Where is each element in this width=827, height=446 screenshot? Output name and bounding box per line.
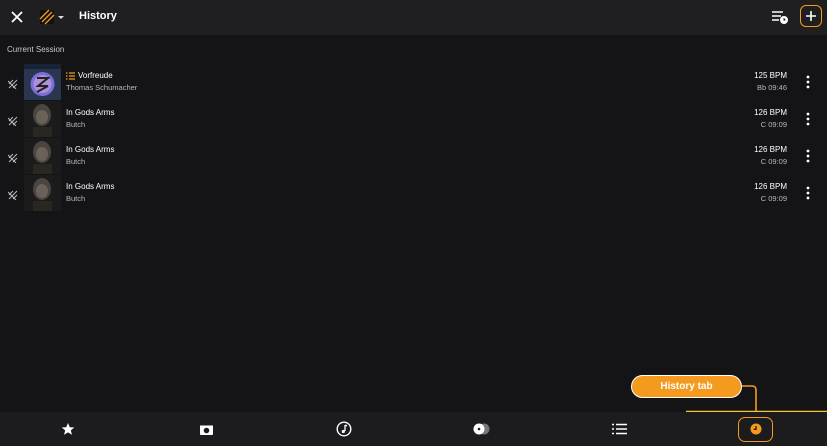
tab-tracks[interactable] — [314, 412, 374, 446]
music-note-icon — [336, 421, 352, 437]
star-icon — [61, 423, 75, 435]
list-icon — [611, 423, 627, 435]
history-tab-callout: History tab — [631, 375, 742, 398]
vinyl-icon — [473, 423, 490, 435]
tab-vinyl[interactable] — [452, 412, 512, 446]
tab-inbox[interactable] — [176, 412, 236, 446]
history-tab-highlight — [738, 417, 773, 442]
tab-playlists[interactable] — [589, 412, 649, 446]
inbox-icon — [199, 423, 213, 435]
bottom-tab-bar — [0, 412, 827, 446]
tab-favorites[interactable] — [38, 412, 98, 446]
